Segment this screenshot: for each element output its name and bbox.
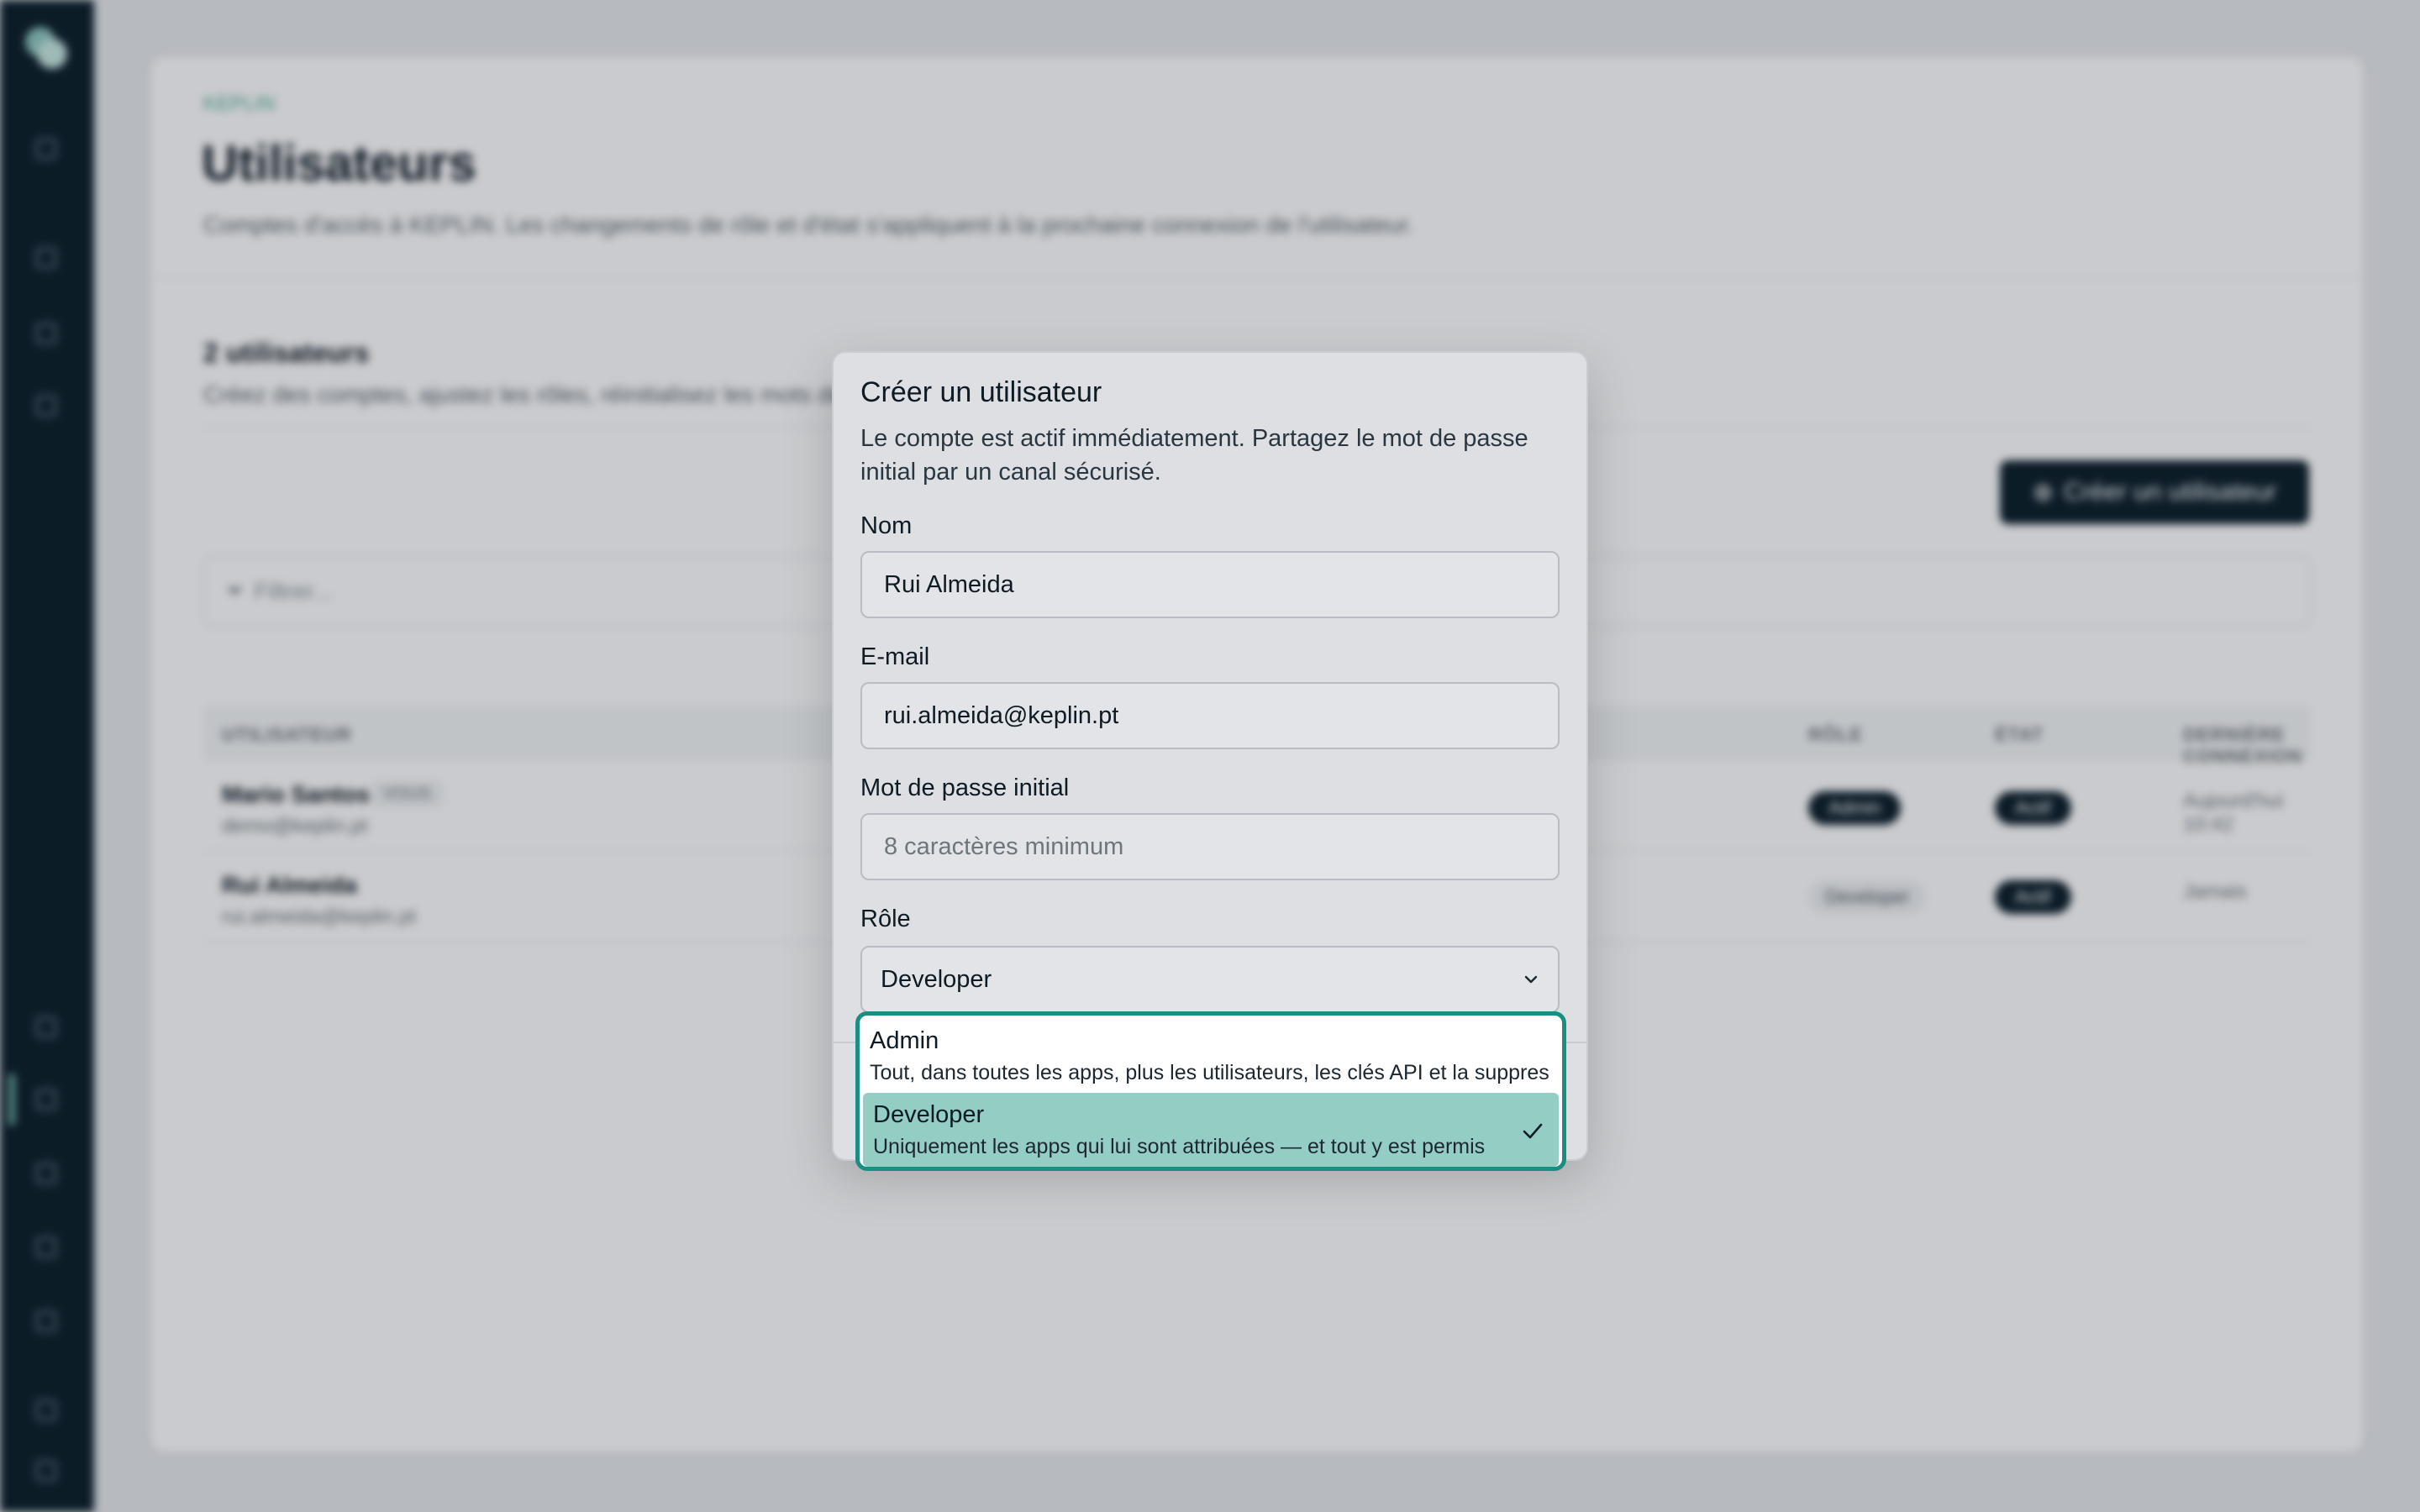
password-label: Mot de passe initial	[860, 774, 1070, 801]
role-option-name: Developer	[873, 1101, 985, 1128]
password-field[interactable]: 8 caractères minimum	[860, 813, 1560, 880]
dialog-description: Le compte est actif immédiatement. Parta…	[860, 425, 1528, 486]
email-label: E-mail	[860, 643, 930, 670]
role-option-description: Uniquement les apps qui lui sont attribu…	[873, 1135, 1486, 1158]
role-dropdown: Admin Tout, dans toutes les apps, plus l…	[855, 1011, 1566, 1171]
chevron-down-icon	[1524, 975, 1538, 984]
role-option-developer[interactable]: Developer Uniquement les apps qui lui so…	[863, 1093, 1559, 1167]
role-select-value: Developer	[881, 965, 992, 993]
role-select[interactable]: Developer	[860, 946, 1560, 1013]
name-field[interactable]: Rui Almeida	[860, 551, 1560, 618]
role-option-description: Tout, dans toutes les apps, plus les uti…	[870, 1061, 1549, 1084]
dialog-title: Créer un utilisateur	[860, 376, 1102, 408]
role-option-admin[interactable]: Admin Tout, dans toutes les apps, plus l…	[860, 1019, 1562, 1093]
role-label: Rôle	[860, 906, 911, 932]
role-option-name: Admin	[870, 1027, 939, 1054]
check-icon	[1523, 1123, 1543, 1139]
email-field[interactable]: rui.almeida@keplin.pt	[860, 682, 1560, 749]
name-label: Nom	[860, 512, 913, 539]
